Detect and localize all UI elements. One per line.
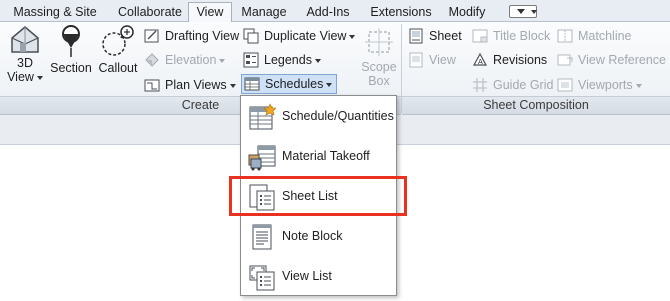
guide-grid-label: Guide Grid (493, 78, 554, 92)
tab-extensions[interactable]: Extensions (364, 3, 438, 22)
matchline-label: Matchline (578, 29, 632, 43)
elevation-button[interactable]: Elevation (144, 50, 226, 70)
tab-add-ins[interactable]: Add-Ins (300, 3, 356, 22)
tab-collaborate[interactable]: Collaborate (110, 3, 190, 22)
revisions-label: Revisions (493, 53, 548, 67)
revisions-button[interactable]: A Revisions (472, 50, 547, 70)
viewports-label: Viewports (578, 78, 633, 92)
menu-item-label: Material Takeoff (282, 149, 370, 163)
schedule-quantities-icon (249, 103, 276, 130)
duplicate-view-icon (243, 28, 260, 44)
scope-box-button[interactable]: Scope Box (358, 24, 400, 88)
sheet-icon (408, 28, 425, 44)
tab-massing-site[interactable]: Massing & Site (6, 3, 104, 22)
scope-box-label-line2: Box (368, 74, 390, 88)
viewports-icon (557, 77, 574, 93)
place-view-icon (408, 52, 425, 68)
place-view-label: View (429, 53, 456, 67)
svg-text:A: A (478, 58, 483, 66)
elevation-label: Elevation (165, 53, 217, 67)
title-block-icon (472, 28, 489, 44)
matchline-icon (557, 28, 574, 44)
tab-view[interactable]: View (188, 2, 232, 23)
legends-button[interactable]: Legends (243, 50, 321, 70)
3d-view-label-line1: 3D (17, 56, 33, 70)
chevron-down-icon (326, 82, 333, 87)
schedules-icon (244, 76, 261, 92)
section-icon (62, 25, 80, 57)
chevron-down-icon (219, 58, 226, 63)
house-3d-icon (11, 26, 39, 53)
chevron-down-icon (36, 75, 43, 80)
view-list-icon (249, 265, 275, 291)
drafting-view-icon (144, 28, 161, 44)
create-panel-title-label: Create (181, 98, 220, 112)
guide-grid-button[interactable]: Guide Grid (472, 75, 553, 95)
plan-views-label: Plan Views (165, 78, 227, 92)
schedules-label: Schedules (265, 77, 324, 91)
sheet-label: Sheet (429, 29, 462, 43)
drafting-view-button[interactable]: Drafting View (144, 26, 239, 46)
callout-icon (102, 25, 134, 56)
chevron-down-icon (635, 83, 642, 88)
scope-box-label-line1: Scope (361, 60, 397, 74)
revisions-icon: A (472, 52, 489, 68)
drafting-view-label: Drafting View (165, 29, 240, 43)
title-block-label: Title Block (493, 29, 551, 43)
tab-modify[interactable]: Modify (442, 3, 492, 22)
callout-label: Callout (98, 61, 138, 75)
section-label: Section (50, 61, 92, 75)
view-reference-button[interactable]: View Reference (557, 50, 666, 70)
sheet-button[interactable]: Sheet (408, 26, 462, 46)
sheet-list-highlight-box (229, 176, 407, 216)
material-takeoff-icon (248, 145, 276, 171)
schedules-button[interactable]: Schedules (241, 74, 338, 94)
elevation-icon (144, 52, 161, 68)
plan-views-icon (144, 77, 161, 93)
chevron-down-icon[interactable] (531, 10, 537, 14)
menu-item-label: View List (282, 269, 332, 283)
menu-item-note-block[interactable]: Note Block (241, 216, 396, 256)
plan-views-button[interactable]: Plan Views (144, 75, 236, 95)
menu-item-material-takeoff[interactable]: Material Takeoff (241, 136, 396, 176)
note-block-icon (252, 224, 272, 250)
title-block-button[interactable]: Title Block (472, 26, 550, 46)
view-reference-icon (557, 52, 574, 68)
section-button[interactable]: Section (50, 24, 92, 75)
ribbon-tab-bar: Massing & Site Collaborate View Manage A… (0, 0, 670, 23)
view-reference-label: View Reference (578, 53, 667, 67)
chevron-down-icon (229, 83, 236, 88)
place-view-button[interactable]: View (408, 50, 456, 70)
menu-item-schedule-quantities[interactable]: Schedule/Quantities (241, 96, 396, 136)
legends-icon (243, 52, 260, 68)
sheet-composition-title-label: Sheet Composition (483, 98, 589, 112)
3d-view-label-line2: View (6, 70, 44, 84)
guide-grid-icon (472, 77, 489, 93)
chevron-down-icon (349, 34, 356, 39)
legends-label: Legends (264, 53, 312, 67)
3d-view-button[interactable]: 3D View (6, 24, 44, 84)
chevron-down-icon (314, 58, 321, 63)
menu-item-label: Note Block (282, 229, 343, 243)
menu-item-view-list[interactable]: View List (241, 256, 396, 296)
menu-item-label: Schedule/Quantities (282, 109, 394, 123)
matchline-button[interactable]: Matchline (557, 26, 632, 46)
tab-manage[interactable]: Manage (236, 3, 292, 22)
sheet-composition-panel-title[interactable]: Sheet Composition (402, 96, 670, 115)
viewports-button[interactable]: Viewports (557, 75, 642, 95)
callout-button[interactable]: Callout (96, 24, 140, 75)
duplicate-view-button[interactable]: Duplicate View (243, 26, 356, 46)
duplicate-view-label: Duplicate View (264, 29, 347, 43)
scope-box-icon (365, 28, 393, 56)
